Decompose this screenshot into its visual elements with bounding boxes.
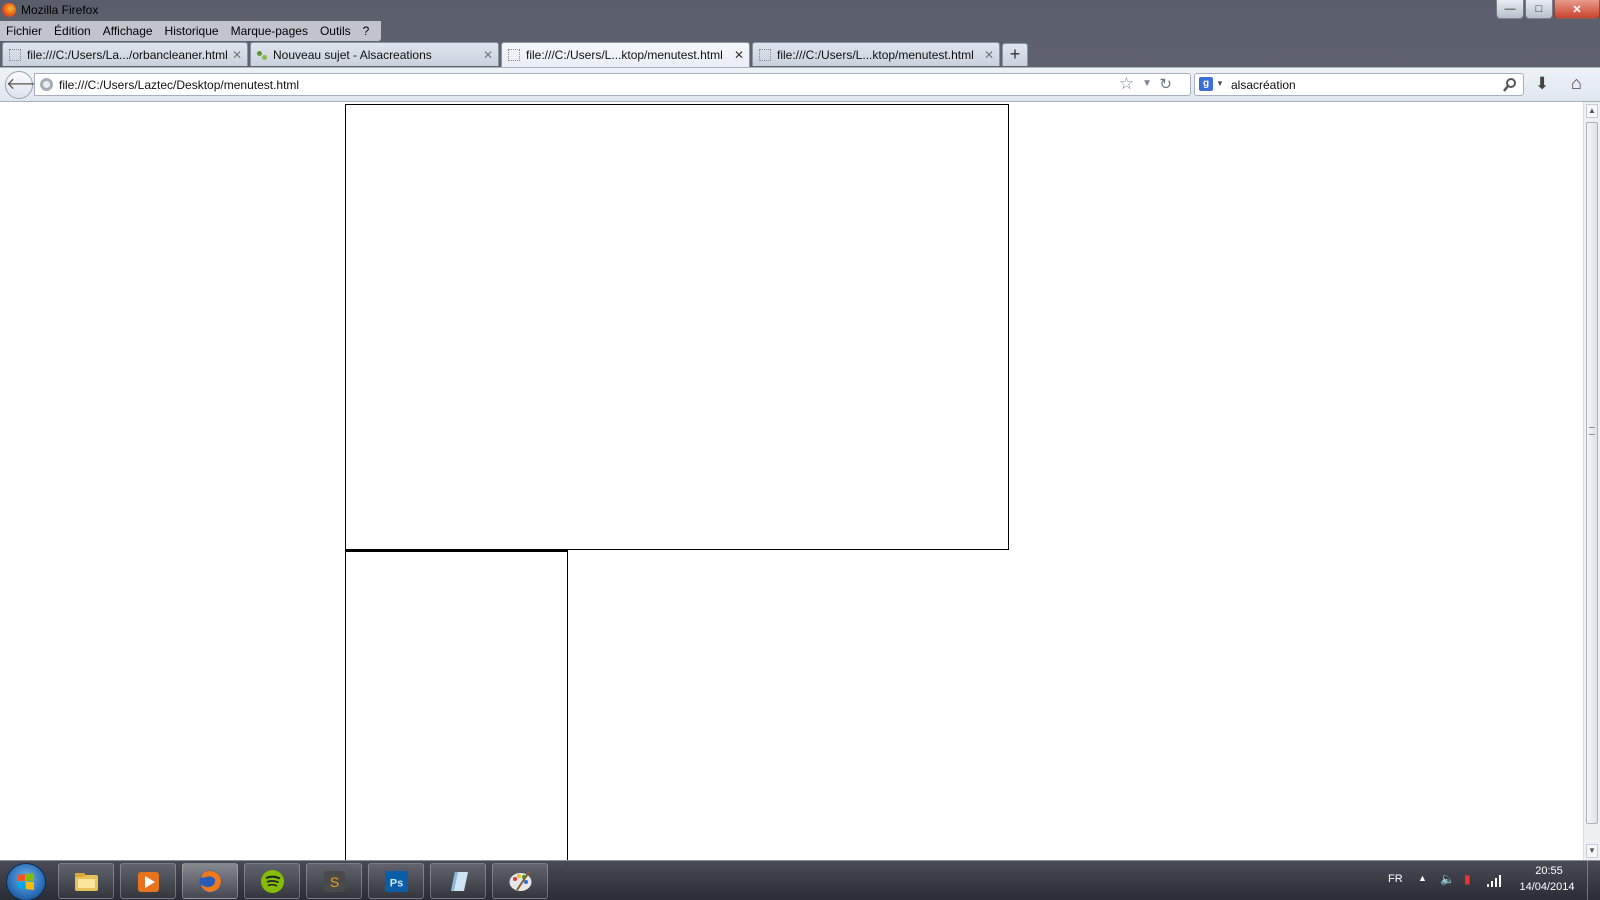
tab-label: file:///C:/Users/L...ktop/menutest.html [777, 47, 974, 62]
clock-date[interactable]: 14/04/2014 [1514, 881, 1580, 893]
vertical-scrollbar[interactable]: ▲ ▼ [1583, 102, 1600, 860]
menu-marque-pages[interactable]: Marque-pages [225, 21, 314, 41]
menu-outils[interactable]: Outils [314, 21, 357, 41]
home-icon[interactable]: ⌂ [1571, 73, 1582, 94]
engine-dropdown-icon[interactable]: ▼ [1216, 79, 1224, 88]
bookmark-star-icon[interactable]: ☆ [1119, 74, 1134, 94]
taskbar-media-player[interactable] [120, 863, 176, 899]
tab-label: file:///C:/Users/L...ktop/menutest.html [526, 48, 723, 62]
page-viewport: ▲ ▼ [0, 102, 1600, 870]
tab-strip: file:///C:/Users/La.../orbancleaner.html… [0, 42, 1600, 67]
alsacreations-icon [257, 50, 267, 60]
windows-taskbar: S Ps FR ▲ 🔈 ▮ 20:55 14/04/2014 [0, 860, 1600, 900]
downloads-icon[interactable]: ⬇ [1535, 74, 1549, 94]
sublime-text-icon: S [324, 871, 345, 892]
taskbar-sublime-text[interactable]: S [306, 863, 362, 899]
window-controls: — □ ✕ [1495, 0, 1600, 20]
url-text[interactable]: file:///C:/Users/Laztec/Desktop/menutest… [59, 78, 299, 92]
url-bar[interactable]: file:///C:/Users/Laztec/Desktop/menutest… [34, 73, 1191, 96]
menu-affichage[interactable]: Affichage [97, 21, 159, 41]
volume-icon[interactable]: 🔈 [1440, 872, 1455, 886]
blank-page-icon [508, 49, 520, 61]
svg-text:S: S [330, 874, 339, 890]
start-button[interactable] [6, 863, 46, 900]
close-window-button[interactable]: ✕ [1554, 0, 1600, 19]
tab-close-icon[interactable]: ✕ [732, 48, 746, 62]
menu-historique[interactable]: Historique [159, 21, 225, 41]
navigation-bar: 🡐 file:///C:/Users/Laztec/Desktop/menute… [0, 67, 1600, 102]
language-indicator[interactable]: FR [1388, 873, 1403, 885]
menu-help[interactable]: ? [357, 21, 376, 41]
taskbar-firefox[interactable] [182, 863, 238, 899]
clock-time[interactable]: 20:55 [1518, 865, 1580, 877]
power-warning-icon[interactable]: ▮ [1464, 872, 1471, 886]
menu-fichier[interactable]: Fichier [0, 21, 48, 41]
tab-close-icon[interactable]: ✕ [982, 48, 996, 62]
back-button[interactable]: 🡐 [5, 71, 49, 99]
content-box-top [345, 104, 1009, 550]
tab-close-icon[interactable]: ✕ [481, 48, 495, 62]
photoshop-icon: Ps [385, 871, 408, 892]
svg-text:Ps: Ps [390, 878, 403, 890]
tab-close-icon[interactable]: ✕ [230, 48, 244, 62]
site-identity-icon[interactable] [40, 78, 53, 91]
desktop-screen: Mozilla Firefox — □ ✕ Fichier Édition Af… [0, 0, 1600, 900]
taskbar-spotify[interactable] [244, 863, 300, 899]
windows-logo-icon [18, 873, 34, 890]
notes-icon [451, 872, 468, 891]
minimize-button[interactable]: — [1496, 0, 1524, 19]
window-title: Mozilla Firefox [21, 3, 99, 17]
scroll-grip-icon [1589, 427, 1595, 435]
taskbar-photoshop[interactable]: Ps [368, 863, 424, 899]
search-input[interactable]: alsacréation [1231, 78, 1296, 92]
tab-label: Nouveau sujet - Alsacreations [273, 47, 432, 62]
google-engine-icon[interactable]: g [1199, 77, 1213, 91]
spotify-icon [261, 870, 284, 893]
taskbar-paint[interactable] [492, 863, 548, 899]
network-signal-icon[interactable] [1486, 874, 1502, 888]
taskbar-notes[interactable] [430, 863, 486, 899]
content-box-bottom [345, 550, 568, 870]
tab-orbancleaner[interactable]: file:///C:/Users/La.../orbancleaner.html… [2, 42, 248, 66]
search-icon[interactable] [1502, 77, 1518, 93]
taskbar-explorer[interactable] [58, 863, 114, 899]
scroll-up-icon[interactable]: ▲ [1586, 104, 1598, 118]
media-player-icon [138, 872, 159, 892]
tab-alsacreations[interactable]: Nouveau sujet - Alsacreations ✕ [250, 42, 499, 66]
search-bar[interactable]: g ▼ alsacréation [1194, 73, 1524, 96]
maximize-button[interactable]: □ [1525, 0, 1553, 19]
tab-menutest[interactable]: file:///C:/Users/L...ktop/menutest.html … [752, 42, 1000, 66]
folder-icon [75, 873, 98, 891]
tab-label: file:///C:/Users/La.../orbancleaner.html [27, 47, 228, 62]
scroll-thumb[interactable] [1586, 122, 1598, 824]
scroll-down-icon[interactable]: ▼ [1586, 844, 1598, 858]
firefox-icon [199, 870, 222, 893]
history-dropdown-icon[interactable]: ▼ [1142, 78, 1152, 89]
new-tab-button[interactable]: + [1002, 43, 1028, 66]
blank-page-icon [9, 48, 21, 61]
blank-page-icon [759, 48, 771, 61]
show-desktop-button[interactable] [1587, 861, 1600, 900]
tab-menutest-active[interactable]: file:///C:/Users/L...ktop/menutest.html … [501, 42, 750, 67]
menu-bar: Fichier Édition Affichage Historique Mar… [0, 21, 382, 41]
reload-icon[interactable]: ↻ [1159, 75, 1172, 93]
firefox-logo-icon [2, 3, 16, 17]
paint-palette-icon [509, 871, 532, 891]
menu-edition[interactable]: Édition [48, 21, 97, 41]
window-titlebar[interactable]: Mozilla Firefox — □ ✕ [0, 0, 1600, 22]
show-hidden-icons-icon[interactable]: ▲ [1418, 873, 1427, 883]
